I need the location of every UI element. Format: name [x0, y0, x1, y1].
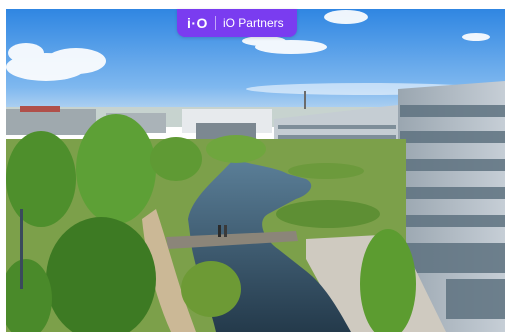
campus-photo [6, 9, 505, 332]
lamppost [20, 209, 23, 289]
brand-label: iO Partners [222, 16, 284, 30]
io-partners-badge[interactable]: i·O iO Partners [177, 9, 297, 37]
badge-divider [214, 16, 216, 30]
screenshot-frame: i·O iO Partners [0, 0, 505, 332]
io-logo: i·O [187, 15, 208, 31]
